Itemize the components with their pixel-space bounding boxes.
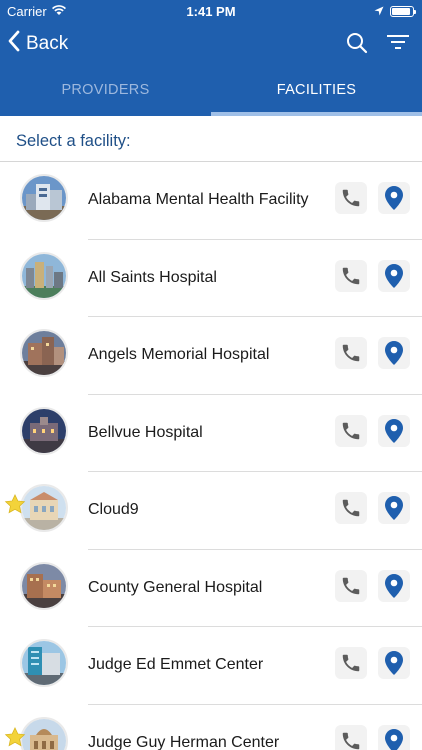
list-subheader: Select a facility:: [0, 116, 422, 162]
call-button[interactable]: [335, 492, 367, 524]
directions-button[interactable]: [378, 337, 410, 369]
facility-photo: [20, 716, 68, 750]
call-button[interactable]: [335, 647, 367, 679]
location-arrow-icon: [374, 4, 384, 19]
clock: 1:41 PM: [186, 4, 236, 19]
facility-name: Cloud9: [88, 501, 139, 518]
call-button[interactable]: [335, 259, 367, 292]
facility-row[interactable]: Judge Ed Emmet Center: [0, 627, 422, 705]
phone-icon: [342, 422, 360, 439]
facility-photo: [20, 561, 68, 610]
filter-icon[interactable]: [386, 32, 410, 59]
favorite-star-icon: [4, 726, 26, 750]
facility-photo: [20, 251, 68, 300]
facility-row[interactable]: Alabama Mental Health Facility: [0, 162, 422, 240]
back-button[interactable]: Back: [8, 30, 68, 58]
facility-photo: [20, 484, 68, 532]
map-pin-icon: [385, 728, 403, 750]
facility-row[interactable]: Angels Memorial Hospital: [0, 317, 422, 395]
directions-button[interactable]: [378, 569, 410, 602]
facility-photo: [20, 329, 68, 377]
facility-name: Alabama Mental Health Facility: [88, 191, 309, 208]
facility-photo: [20, 174, 68, 222]
call-button[interactable]: [335, 414, 367, 447]
back-label: Back: [26, 33, 69, 54]
tab-providers[interactable]: PROVIDERS: [0, 66, 211, 116]
map-pin-icon: [385, 651, 403, 675]
tab-facilities[interactable]: FACILITIES: [211, 66, 422, 116]
phone-icon: [342, 344, 360, 362]
directions-button[interactable]: [378, 724, 410, 750]
battery-level: [392, 8, 410, 15]
favorite-star-icon: [4, 494, 26, 520]
phone-icon: [342, 267, 360, 284]
facility-name: Judge Guy Herman Center: [88, 733, 280, 750]
map-pin-icon: [385, 418, 403, 443]
phone-icon: [342, 732, 360, 749]
facility-name: Judge Ed Emmet Center: [88, 656, 264, 673]
facility-name: Angels Memorial Hospital: [88, 346, 270, 363]
search-icon[interactable]: [346, 32, 368, 59]
call-button[interactable]: [335, 724, 367, 750]
phone-icon: [342, 654, 360, 672]
call-button[interactable]: [335, 337, 367, 369]
navigation-bar: Back: [0, 22, 422, 66]
facility-row[interactable]: Bellvue Hospital: [0, 395, 422, 472]
battery-icon: [390, 6, 416, 17]
map-pin-icon: [385, 573, 403, 598]
directions-button[interactable]: [378, 647, 410, 679]
map-pin-icon: [385, 186, 403, 210]
directions-button[interactable]: [378, 259, 410, 292]
facility-row[interactable]: Cloud9: [0, 472, 422, 550]
facility-photo: [20, 406, 68, 455]
map-pin-icon: [385, 263, 403, 288]
map-pin-icon: [385, 496, 403, 520]
tab-bar: PROVIDERS FACILITIES: [0, 66, 422, 116]
facility-row[interactable]: Judge Guy Herman Center: [0, 705, 422, 750]
facility-name: Bellvue Hospital: [88, 423, 203, 441]
map-pin-icon: [385, 341, 403, 365]
directions-button[interactable]: [378, 182, 410, 214]
phone-icon: [342, 189, 360, 207]
directions-button[interactable]: [378, 414, 410, 447]
facility-photo: [20, 639, 68, 687]
facility-row[interactable]: County General Hospital: [0, 550, 422, 627]
facility-list: Alabama Mental Health Facility All Saint…: [0, 162, 422, 750]
phone-icon: [342, 499, 360, 517]
facility-name: County General Hospital: [88, 578, 263, 596]
phone-icon: [342, 577, 360, 594]
facility-name: All Saints Hospital: [88, 268, 217, 286]
facility-row[interactable]: All Saints Hospital: [0, 240, 422, 317]
directions-button[interactable]: [378, 492, 410, 524]
status-bar: Carrier 1:41 PM: [0, 0, 422, 22]
call-button[interactable]: [335, 569, 367, 602]
chevron-left-icon: [8, 30, 20, 58]
call-button[interactable]: [335, 182, 367, 214]
